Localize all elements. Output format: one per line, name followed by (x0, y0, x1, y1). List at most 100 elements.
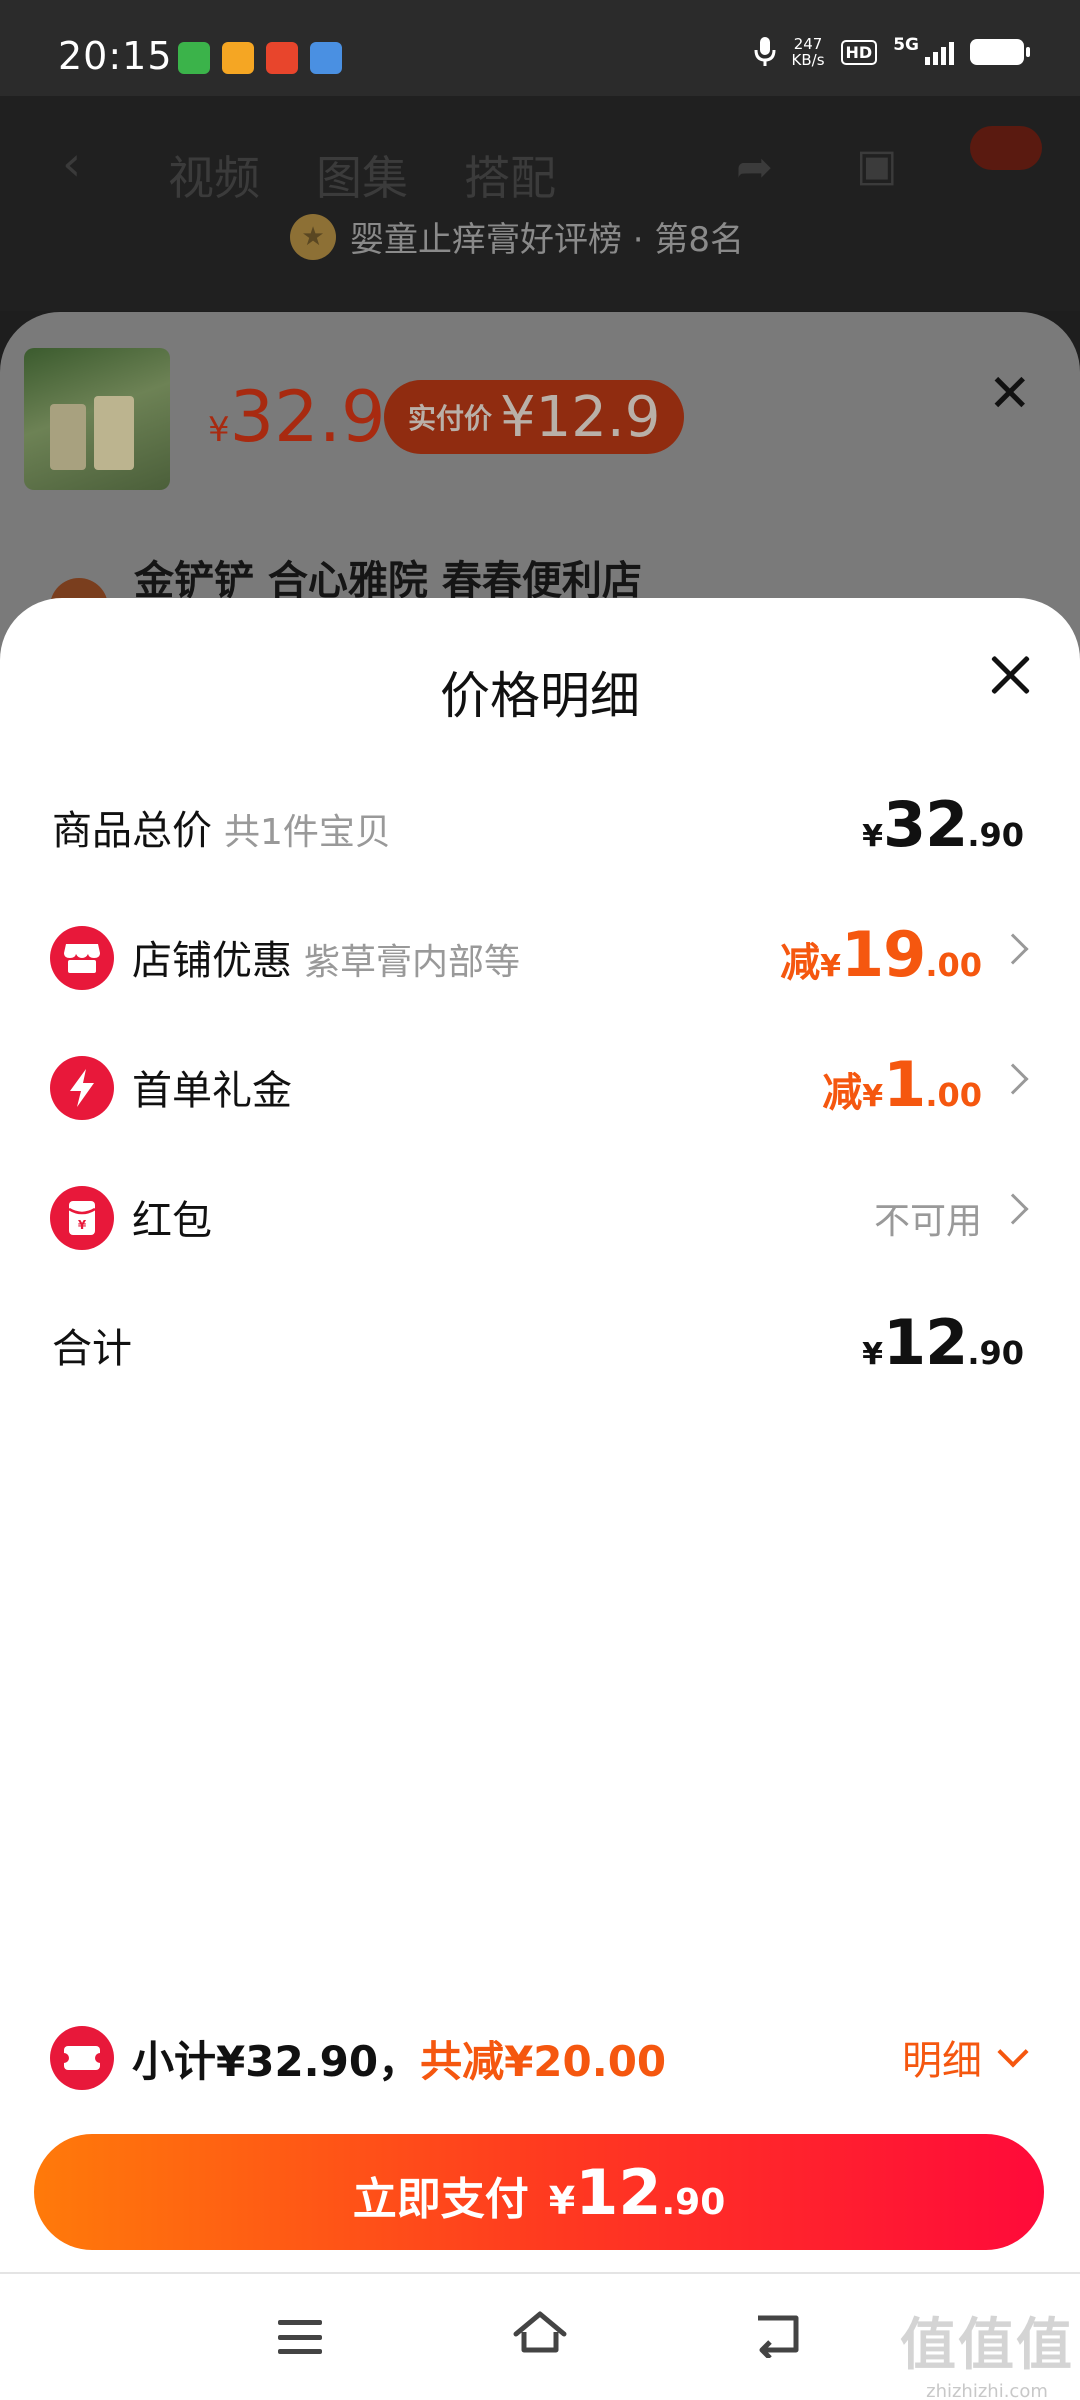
microphone-icon (754, 37, 776, 66)
pay-button-label: 立即支付 (352, 2174, 529, 2225)
amount-decimal: .90 (661, 2182, 726, 2223)
summary-text: 小计¥32.90，共减¥20.00 (132, 2028, 666, 2089)
close-icon[interactable]: ✕ (988, 364, 1032, 424)
coupon-icon (50, 2026, 114, 2090)
status-time: 20:15 (58, 34, 173, 78)
red-packet-icon: ¥ (50, 1186, 114, 1250)
product-nav-bar: ‹ 视频 图集 搭配 ➦ ▣ (0, 96, 1080, 311)
price-currency: ¥ (208, 410, 230, 450)
store-discount-value: 减 ¥19.00 (780, 918, 982, 991)
product-thumbnail (24, 348, 170, 490)
home-icon[interactable] (510, 2304, 570, 2364)
tab-video[interactable]: 视频 (168, 142, 260, 208)
sheet-title: 价格明细 (440, 667, 640, 725)
amount-decimal: .00 (925, 1076, 982, 1114)
medal-icon: ★ (290, 213, 336, 260)
share-icon[interactable]: ➦ (736, 142, 773, 193)
signal-icon (925, 39, 954, 65)
store-discount-desc: 紫草膏内部等 (304, 942, 521, 983)
app-notification-icon (178, 42, 210, 74)
currency-symbol: ¥ (862, 1079, 884, 1114)
back-arrow-icon[interactable]: ‹ (62, 136, 81, 192)
menu-icon[interactable] (278, 2320, 322, 2354)
product-media-tabs: 视频 图集 搭配 (168, 142, 556, 208)
grand-total-label: 合计 (52, 1326, 132, 1372)
row-grand-total: 合计 ¥12.90 (0, 1286, 1080, 1396)
row-goods-total: 商品总价 共1件宝贝 ¥32.90 (0, 768, 1080, 878)
battery-icon (970, 39, 1030, 65)
watermark-logo: 值值值 (900, 2313, 1074, 2378)
red-packet-value: 不可用 (874, 1192, 982, 1244)
goods-total-label: 商品总价 (52, 808, 212, 854)
amount-integer: 1 (883, 1048, 926, 1121)
app-notification-icon (310, 42, 342, 74)
amount-decimal: .00 (925, 946, 982, 984)
first-order-gift-value: 减 ¥1.00 (822, 1048, 982, 1121)
real-pay-label: 实付价 (408, 402, 493, 435)
watermark: 值值值 zhizhizhi.com (900, 2300, 1074, 2400)
chevron-right-icon (997, 933, 1029, 965)
app-notification-icon (222, 42, 254, 74)
amount-integer: 12 (575, 2156, 662, 2229)
chevron-right-icon (997, 1063, 1029, 1095)
store-icon (50, 926, 114, 990)
amount-integer: 32 (883, 788, 968, 861)
row-store-discount[interactable]: 店铺优惠 紫草膏内部等 减 ¥19.00 (0, 898, 1080, 1008)
product-price: ¥32.9 (208, 376, 386, 458)
row-label: 首单礼金 (132, 1058, 292, 1116)
tab-match[interactable]: 搭配 (464, 142, 556, 208)
cart-icon[interactable]: ▣ (856, 140, 898, 191)
chevron-right-icon (997, 1193, 1029, 1225)
red-packet-status: 不可用 (873, 1201, 982, 1242)
network-speed: 247 KB/s (792, 36, 825, 68)
notification-app-icons (178, 42, 342, 74)
store-discount-label: 店铺优惠 (132, 938, 292, 984)
network-type: 5G (893, 35, 919, 55)
red-packet-label: 红包 (132, 1198, 212, 1244)
tab-gallery[interactable]: 图集 (316, 142, 408, 208)
subtotal-text: 小计¥32.90， (132, 2037, 421, 2086)
status-bar: 20:15 247 KB/s HD 5G (0, 0, 1080, 96)
cart-badge (970, 126, 1042, 170)
watermark-url: zhizhizhi.com (926, 2381, 1048, 2400)
goods-total-value: ¥32.90 (862, 788, 1024, 861)
grand-total-value: ¥12.90 (862, 1306, 1024, 1379)
real-pay-value: ¥12.9 (500, 384, 661, 450)
row-label: 商品总价 共1件宝贝 (52, 798, 391, 856)
network-speed-unit: KB/s (791, 51, 825, 69)
chevron-down-icon (997, 2036, 1029, 2068)
goods-count: 共1件宝贝 (224, 812, 391, 853)
saved-amount: 共减¥20.00 (420, 2037, 667, 2086)
close-icon[interactable] (988, 652, 1032, 696)
row-label: 红包 (132, 1188, 212, 1246)
amount-decimal: .90 (967, 1334, 1024, 1372)
svg-text:¥: ¥ (78, 1218, 87, 1232)
minus-prefix: 减 (822, 1070, 863, 1116)
amount-decimal: .90 (967, 816, 1024, 854)
real-pay-badge: 实付价 ¥12.9 (384, 380, 685, 454)
first-order-gift-label: 首单礼金 (132, 1068, 292, 1114)
checkout-summary: 小计¥32.90，共减¥20.00 明细 (0, 2008, 1080, 2104)
currency-symbol: ¥ (548, 2179, 576, 2223)
currency-symbol: ¥ (862, 819, 884, 854)
row-label: 合计 (52, 1316, 132, 1374)
row-first-order-gift[interactable]: 首单礼金 减 ¥1.00 (0, 1028, 1080, 1138)
detail-label: 明细 (902, 2038, 982, 2084)
currency-symbol: ¥ (820, 949, 842, 984)
minus-prefix: 减 (780, 940, 821, 986)
currency-symbol: ¥ (862, 1337, 884, 1372)
detail-toggle[interactable]: 明细 (902, 2028, 1029, 2086)
app-notification-icon (266, 42, 298, 74)
amount-integer: 12 (883, 1306, 968, 1379)
status-right: 247 KB/s HD 5G (754, 35, 1030, 68)
lightning-icon (50, 1056, 114, 1120)
back-icon[interactable] (752, 2312, 804, 2358)
network-speed-value: 247 (793, 35, 823, 53)
hd-badge: HD (840, 39, 878, 65)
price-value: 32.9 (229, 376, 386, 458)
rank-banner[interactable]: ★ 婴童止痒膏好评榜 · 第8名 (290, 212, 744, 261)
rank-text: 婴童止痒膏好评榜 · 第8名 (350, 220, 745, 260)
pay-now-button[interactable]: 立即支付 ¥12.90 (34, 2134, 1044, 2250)
row-red-packet[interactable]: ¥ 红包 不可用 (0, 1158, 1080, 1268)
amount-integer: 19 (841, 918, 926, 991)
